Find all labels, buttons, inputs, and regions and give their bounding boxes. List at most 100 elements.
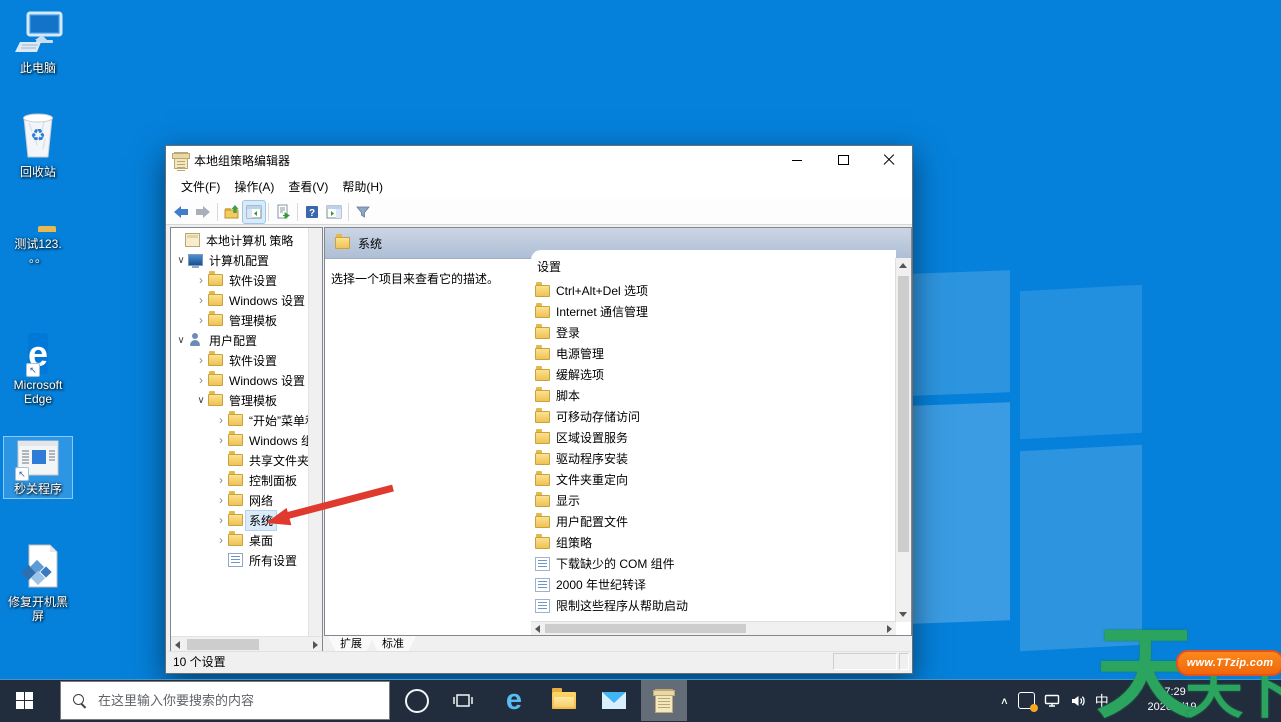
- tree-horizontal-scrollbar[interactable]: [171, 636, 322, 652]
- settings-list-item[interactable]: 文件夹重定向: [531, 469, 896, 490]
- taskbar-mail-button[interactable]: [591, 680, 637, 721]
- network-icon[interactable]: [1044, 693, 1061, 709]
- expand-chevron-icon[interactable]: ›: [194, 353, 208, 367]
- settings-list-item[interactable]: 可移动存储访问: [531, 406, 896, 427]
- back-icon[interactable]: [170, 201, 192, 223]
- settings-list-item[interactable]: 驱动程序安装: [531, 448, 896, 469]
- volume-icon[interactable]: [1070, 693, 1086, 709]
- scrollbar-thumb[interactable]: [187, 639, 259, 650]
- tree-item[interactable]: 所有设置: [171, 550, 309, 570]
- tree-vertical-scrollbar[interactable]: [308, 228, 322, 637]
- start-button[interactable]: [0, 680, 48, 721]
- scroll-left-icon[interactable]: [535, 625, 540, 633]
- expand-chevron-icon[interactable]: ›: [214, 413, 228, 427]
- scrollbar-thumb[interactable]: [898, 276, 909, 552]
- help-icon[interactable]: ?: [301, 201, 323, 223]
- settings-column-header[interactable]: 设置: [531, 250, 896, 280]
- tree-item[interactable]: › Windows 设置: [171, 370, 309, 390]
- list-vertical-scrollbar[interactable]: [895, 258, 911, 622]
- expand-chevron-icon[interactable]: ›: [194, 373, 208, 387]
- expand-chevron-icon[interactable]: ∨: [174, 335, 188, 346]
- scroll-down-icon[interactable]: [899, 612, 907, 617]
- forward-icon[interactable]: [192, 201, 214, 223]
- menu-item[interactable]: 查看(V): [281, 175, 335, 198]
- menu-item[interactable]: 操作(A): [227, 175, 281, 198]
- tree-item[interactable]: › Windows 设置: [171, 290, 309, 310]
- desktop-icon-fix-black-screen[interactable]: 修复开机黑 屏: [4, 540, 72, 625]
- scrollbar-thumb[interactable]: [545, 624, 746, 633]
- settings-list-item[interactable]: 限制这些程序从帮助启动: [531, 595, 896, 616]
- desktop-icon-recycle-bin[interactable]: ♻ 回收站: [4, 108, 72, 181]
- tree-item-icon: [228, 534, 243, 546]
- taskbar-edge-button[interactable]: e: [491, 680, 537, 721]
- settings-list-item[interactable]: Ctrl+Alt+Del 选项: [531, 280, 896, 301]
- settings-list-item[interactable]: Internet 通信管理: [531, 301, 896, 322]
- taskbar-clock[interactable]: 17:29 2020/5/19: [1141, 685, 1203, 715]
- scroll-left-icon[interactable]: [175, 641, 180, 649]
- expand-chevron-icon[interactable]: ›: [194, 293, 208, 307]
- taskbar-file-explorer-button[interactable]: [541, 680, 587, 721]
- tree-item[interactable]: › 系统: [171, 510, 309, 530]
- taskbar-gpedit-button-active[interactable]: [641, 680, 687, 721]
- expand-chevron-icon[interactable]: ›: [214, 433, 228, 447]
- expand-chevron-icon[interactable]: ∨: [194, 395, 208, 406]
- settings-list-item[interactable]: 区域设置服务: [531, 427, 896, 448]
- tree-item[interactable]: › Windows 组: [171, 430, 309, 450]
- tree-item[interactable]: › “开始”菜单和: [171, 410, 309, 430]
- menu-item[interactable]: 文件(F): [174, 175, 227, 198]
- expand-chevron-icon[interactable]: ∨: [174, 255, 188, 266]
- settings-list-item[interactable]: 组策略: [531, 532, 896, 553]
- desktop-icon-miaoguan[interactable]: ↖ 秒关程序: [4, 437, 72, 498]
- tree-item[interactable]: › 控制面板: [171, 470, 309, 490]
- scroll-right-icon[interactable]: [887, 625, 892, 633]
- menu-item[interactable]: 帮助(H): [335, 175, 390, 198]
- tree-item[interactable]: › 管理模板: [171, 310, 309, 330]
- tree-item[interactable]: 共享文件夹: [171, 450, 309, 470]
- settings-list-item[interactable]: 下载缺少的 COM 组件: [531, 553, 896, 574]
- notification-icon[interactable]: [1018, 692, 1035, 709]
- minimize-button[interactable]: [774, 146, 820, 174]
- show-action-pane-icon[interactable]: [323, 201, 345, 223]
- task-view-button[interactable]: [441, 680, 485, 721]
- tree-item[interactable]: › 软件设置: [171, 270, 309, 290]
- show-console-tree-icon[interactable]: [243, 201, 265, 223]
- list-horizontal-scrollbar[interactable]: [531, 621, 896, 635]
- ime-indicator[interactable]: 中: [1095, 691, 1109, 711]
- desktop-icon-edge[interactable]: e ↖ Microsoft Edge: [4, 330, 72, 408]
- maximize-button[interactable]: [820, 146, 866, 174]
- expand-chevron-icon[interactable]: ›: [194, 313, 208, 327]
- expand-chevron-icon[interactable]: ›: [214, 473, 228, 487]
- close-button[interactable]: [866, 146, 912, 174]
- tree-item[interactable]: › 桌面: [171, 530, 309, 550]
- desktop-icon-test-folder[interactable]: 测试123. 。。: [4, 220, 72, 267]
- scroll-up-icon[interactable]: [899, 263, 907, 268]
- search-input[interactable]: [96, 692, 389, 709]
- cortana-button[interactable]: [395, 680, 439, 721]
- tree-item[interactable]: ∨ 用户配置: [171, 330, 309, 350]
- tree-item[interactable]: › 网络: [171, 490, 309, 510]
- desktop-icon-this-pc[interactable]: 此电脑: [4, 8, 72, 77]
- expand-chevron-icon[interactable]: ›: [214, 533, 228, 547]
- filter-icon[interactable]: [352, 201, 374, 223]
- tree-item[interactable]: ∨ 管理模板: [171, 390, 309, 410]
- export-list-icon[interactable]: [272, 201, 294, 223]
- up-one-level-icon[interactable]: [221, 201, 243, 223]
- tree-item[interactable]: ∨ 计算机配置: [171, 250, 309, 270]
- tree-item[interactable]: › 软件设置: [171, 350, 309, 370]
- expand-chevron-icon[interactable]: ›: [214, 513, 228, 527]
- window-title: 本地组策略编辑器: [194, 152, 290, 169]
- settings-list-item[interactable]: 2000 年世纪转译: [531, 574, 896, 595]
- settings-list-item[interactable]: 缓解选项: [531, 364, 896, 385]
- watermark-url-badge: www.TTzip.com: [1176, 650, 1281, 676]
- settings-list-item[interactable]: 用户配置文件: [531, 511, 896, 532]
- settings-list-item[interactable]: 显示: [531, 490, 896, 511]
- tree-item[interactable]: 本地计算机 策略: [171, 230, 309, 250]
- settings-list-item[interactable]: 电源管理: [531, 343, 896, 364]
- settings-list-item[interactable]: 脚本: [531, 385, 896, 406]
- taskbar-search[interactable]: [60, 681, 390, 720]
- scroll-right-icon[interactable]: [313, 641, 318, 649]
- expand-chevron-icon[interactable]: ›: [194, 273, 208, 287]
- tray-expand-chevron-icon[interactable]: ∧: [1000, 695, 1009, 706]
- expand-chevron-icon[interactable]: ›: [214, 493, 228, 507]
- settings-list-item[interactable]: 登录: [531, 322, 896, 343]
